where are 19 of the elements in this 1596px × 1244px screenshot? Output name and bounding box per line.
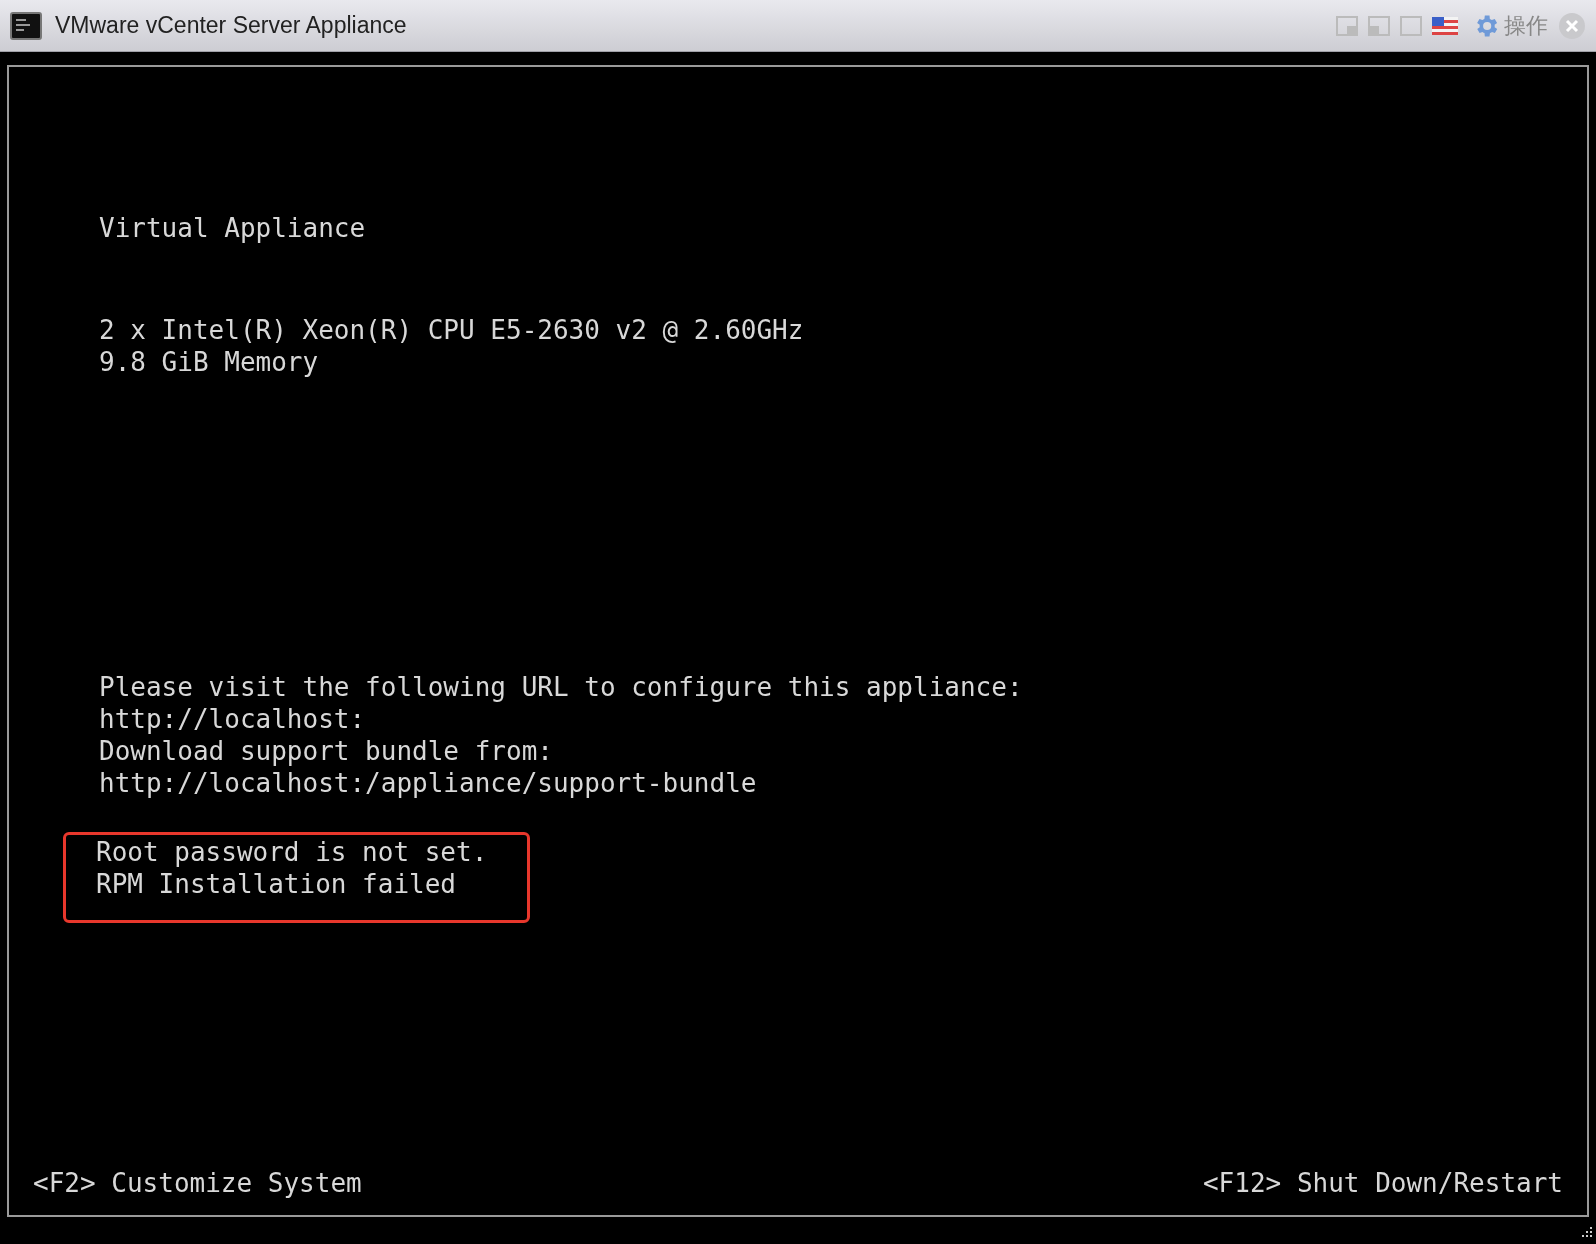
console-text: http://localhost:/appliance/support-bundle: [99, 767, 758, 799]
console-text: 9.8 GiB Memory: [99, 346, 320, 378]
window-mode-icon[interactable]: [1368, 15, 1390, 36]
close-icon[interactable]: [1558, 11, 1586, 40]
console-text: Please visit the following URL to configure this appliance:: [99, 671, 1023, 703]
console-text: <F12> Shut Down/Restart: [1202, 1167, 1563, 1199]
window-mode-icon[interactable]: [1336, 15, 1358, 36]
console-text: 2 x Intel(R) Xeon(R) CPU E5-2630 v2 @ 2.60GHz: [99, 314, 804, 346]
console-window-icon: [10, 11, 42, 40]
console-text: Root password is not set.: [96, 836, 488, 868]
console-text: Download support bundle from:: [99, 735, 554, 767]
console-text: <F2> Customize System: [33, 1167, 362, 1199]
console-text: http://localhost:: [99, 703, 367, 735]
console-text: Virtual Appliance: [99, 212, 366, 244]
flag-icon[interactable]: [1432, 16, 1458, 35]
window-title: VMware vCenter Server Appliance: [55, 11, 407, 41]
actions-menu[interactable]: 操作: [1504, 9, 1548, 42]
window-mode-icon[interactable]: [1400, 15, 1422, 36]
console-text: RPM Installation failed: [96, 868, 458, 900]
